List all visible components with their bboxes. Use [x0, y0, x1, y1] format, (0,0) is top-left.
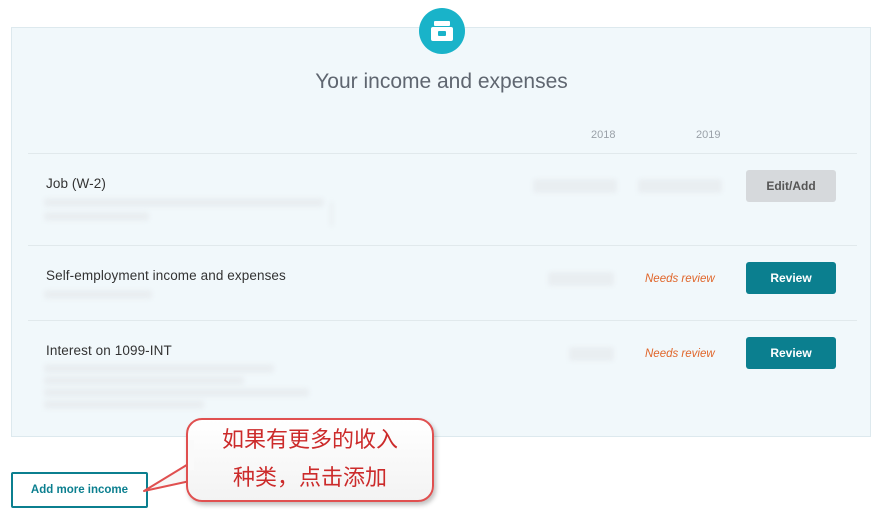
redacted-detail [44, 198, 324, 207]
row-label-job-w2: Job (W-2) [46, 176, 106, 191]
needs-review-status: Needs review [645, 348, 715, 360]
row-label-interest-1099-int: Interest on 1099-INT [46, 343, 172, 358]
redacted-detail [44, 212, 149, 221]
annotation-line-1: 如果有更多的收入 [221, 428, 398, 453]
divider [28, 153, 857, 154]
edit-add-button[interactable]: Edit/Add [746, 170, 836, 202]
redacted-detail [44, 400, 204, 409]
redacted-amount-2018 [548, 272, 614, 286]
redacted-amount-2018 [533, 179, 617, 193]
redacted-detail [330, 202, 333, 226]
page-title: Your income and expenses [315, 70, 568, 93]
divider [28, 245, 857, 246]
review-button-interest[interactable]: Review [746, 337, 836, 369]
redacted-amount-2018 [569, 347, 614, 361]
needs-review-status: Needs review [645, 273, 715, 285]
redacted-detail [44, 364, 274, 373]
redacted-detail [44, 388, 309, 397]
column-header-2018: 2018 [591, 129, 616, 141]
redacted-amount-2019 [638, 179, 722, 193]
redacted-detail [44, 376, 244, 385]
annotation-text: 如果有更多的收入 种类，点击添加 [186, 422, 434, 498]
cash-register-icon [419, 8, 465, 54]
divider [28, 320, 857, 321]
row-label-self-employment: Self-employment income and expenses [46, 268, 286, 283]
annotation-line-2: 种类，点击添加 [232, 466, 387, 491]
redacted-detail [44, 290, 152, 299]
review-button-self-employment[interactable]: Review [746, 262, 836, 294]
add-more-income-button[interactable]: Add more income [11, 472, 148, 508]
column-header-2019: 2019 [696, 129, 721, 141]
callout-pointer [143, 462, 191, 492]
